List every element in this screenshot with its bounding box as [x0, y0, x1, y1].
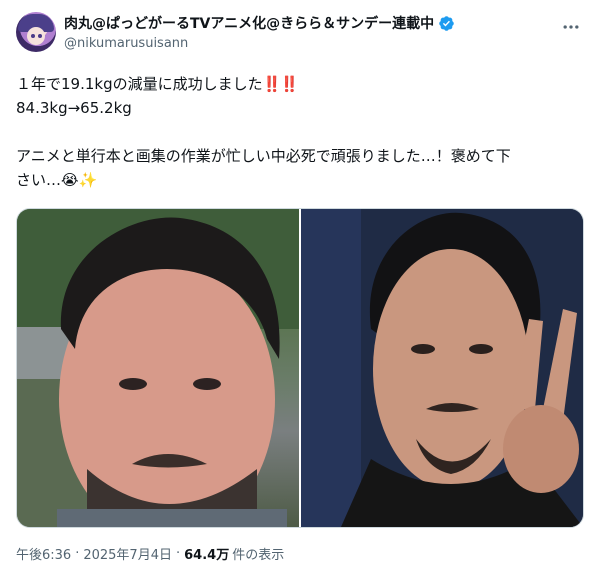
tweet-date[interactable]: 2025年7月4日 — [83, 544, 172, 563]
tweet-line-text: さい… — [16, 171, 62, 189]
crying-sparkle-emoji: 😭✨ — [61, 171, 98, 189]
media-grid — [16, 208, 584, 528]
tweet-blank-line — [16, 120, 586, 144]
tweet-time[interactable]: 午後6:36 — [16, 544, 71, 563]
meta-separator: · — [175, 546, 181, 561]
avatar-face — [27, 27, 45, 45]
double-exclamation-emoji: ‼️‼️ — [262, 75, 299, 93]
more-horizontal-icon — [563, 25, 579, 29]
tweet-line: さい…😭✨ — [16, 168, 586, 192]
views-label: 件の表示 — [232, 548, 285, 563]
tweet-line-text: １年で19.1kgの減量に成功しました — [16, 75, 263, 93]
tweet-line: アニメと単行本と画集の作業が忙しい中必死で頑張りました…！褒めて下 — [16, 147, 511, 165]
tweet-line: １年で19.1kgの減量に成功しました‼️‼️ — [16, 72, 586, 96]
tweet-text: １年で19.1kgの減量に成功しました‼️‼️ 84.3kg→65.2kg アニ… — [16, 72, 586, 192]
avatar[interactable] — [16, 12, 56, 52]
tweet-card: 肉丸@ぱっどがーるTVアニメ化@きらら＆サンデー連載中 @nikumarusui… — [0, 0, 601, 582]
more-options-button[interactable] — [558, 14, 584, 40]
views-count[interactable]: 64.4万 — [184, 544, 229, 563]
name-row: 肉丸@ぱっどがーるTVアニメ化@きらら＆サンデー連載中 — [64, 12, 544, 34]
tweet-header: 肉丸@ぱっどがーるTVアニメ化@きらら＆サンデー連載中 @nikumarusui… — [64, 12, 544, 51]
meta-separator: · — [75, 546, 80, 561]
tweet-line: 84.3kg→65.2kg — [16, 99, 132, 117]
after-photo[interactable] — [301, 209, 583, 527]
user-handle[interactable]: @nikumarusuisann — [64, 36, 544, 51]
verified-badge-icon — [439, 15, 454, 31]
before-photo-illustration — [17, 209, 299, 527]
tweet-meta: 午後6:36 · 2025年7月4日 · 64.4万 件の表示 — [16, 544, 284, 563]
before-photo[interactable] — [17, 209, 299, 527]
after-photo-illustration — [301, 209, 583, 527]
avatar-eye — [31, 34, 35, 38]
display-name[interactable]: 肉丸@ぱっどがーるTVアニメ化@きらら＆サンデー連載中 — [64, 13, 434, 33]
avatar-eye — [38, 34, 42, 38]
